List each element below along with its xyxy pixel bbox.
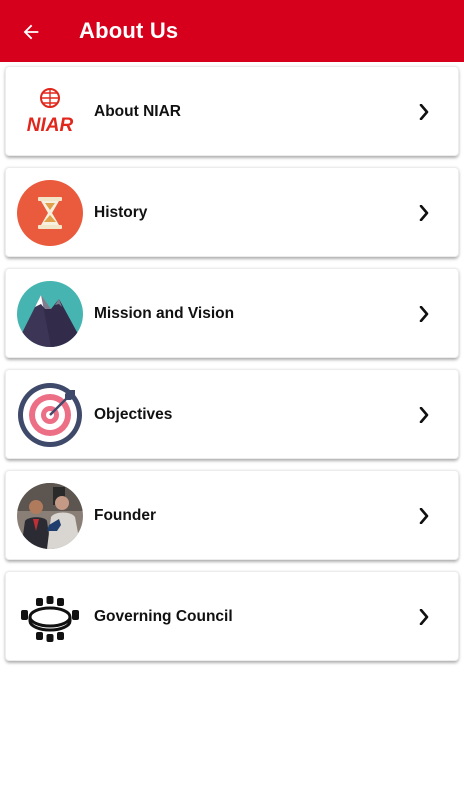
target-icon [17, 382, 83, 448]
chevron-right-icon [416, 303, 432, 325]
chevron-right-icon [416, 202, 432, 224]
list-item-label: Founder [94, 507, 156, 524]
founder-photo-icon [17, 483, 83, 549]
list-item-label: Governing Council [94, 608, 233, 625]
page-title: About Us [79, 18, 179, 43]
conference-table-icon [17, 584, 83, 650]
chevron-right-icon [416, 606, 432, 628]
list-item-founder[interactable]: Founder [5, 470, 459, 560]
chevron-right-icon [416, 101, 432, 123]
list-item-label: Objectives [94, 406, 173, 423]
list-item-history[interactable]: History [5, 167, 459, 257]
app-bar: About Us [0, 0, 464, 62]
list-item-mission-vision[interactable]: Mission and Vision [5, 268, 459, 358]
list-item-governing-council[interactable]: Governing Council [5, 571, 459, 661]
list-item-label: About NIAR [94, 103, 181, 120]
list-item-objectives[interactable]: Objectives [5, 369, 459, 459]
list-item-label: Mission and Vision [94, 305, 235, 322]
chevron-right-icon [416, 505, 432, 527]
hourglass-icon [17, 180, 83, 246]
list-item-about-niar[interactable]: NIAR About NIAR [5, 66, 459, 156]
chevron-right-icon [416, 404, 432, 426]
list-item-label: History [94, 204, 148, 221]
mountain-icon [17, 281, 83, 347]
niar-logo-icon: NIAR [17, 79, 83, 145]
niar-logo-text: NIAR [27, 115, 74, 136]
back-button[interactable] [16, 17, 46, 47]
arrow-left-icon [23, 24, 39, 40]
